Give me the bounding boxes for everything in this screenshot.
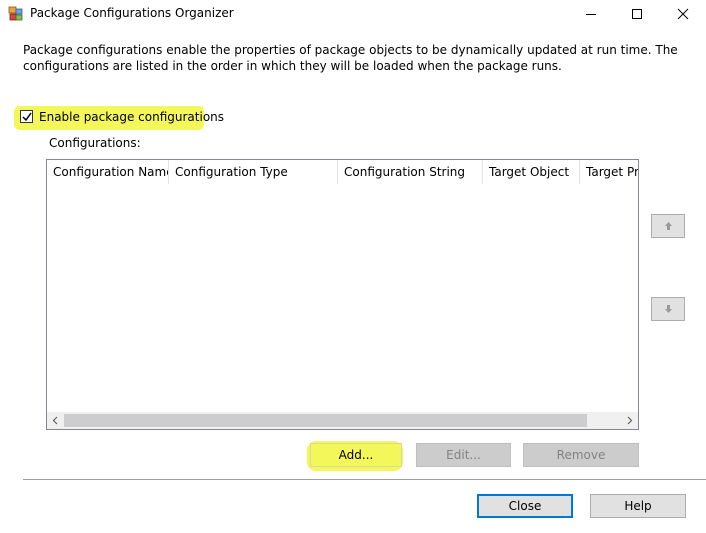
help-button[interactable]: Help xyxy=(590,494,686,518)
configurations-list[interactable]: Configuration Name Configuration Type Co… xyxy=(46,159,639,430)
enable-configurations-label[interactable]: Enable package configurations xyxy=(39,110,224,124)
column-header-configuration-type[interactable]: Configuration Type xyxy=(169,160,338,184)
enable-configurations-checkbox[interactable] xyxy=(20,110,33,123)
title-bar: Package Configurations Organizer xyxy=(0,0,706,28)
arrow-up-icon xyxy=(665,222,672,230)
close-icon xyxy=(677,8,689,20)
separator-line xyxy=(23,479,706,480)
move-down-button[interactable] xyxy=(651,297,685,321)
description-text: Package configurations enable the proper… xyxy=(23,43,678,73)
maximize-button[interactable] xyxy=(614,0,660,28)
add-button[interactable]: Add... xyxy=(310,443,402,467)
chevron-right-icon xyxy=(627,416,633,425)
close-button[interactable]: Close xyxy=(477,494,573,518)
move-up-button[interactable] xyxy=(651,214,685,238)
configurations-label: Configurations: xyxy=(49,136,141,150)
scrollbar-thumb[interactable] xyxy=(64,414,587,427)
ssis-package-icon xyxy=(8,6,24,22)
column-header-target-property[interactable]: Target Pro xyxy=(580,160,638,184)
window-title: Package Configurations Organizer xyxy=(30,6,234,20)
window-close-button[interactable] xyxy=(660,0,706,28)
chevron-left-icon xyxy=(52,416,58,425)
edit-button[interactable]: Edit... xyxy=(416,443,511,467)
column-header-configuration-string[interactable]: Configuration String xyxy=(338,160,483,184)
arrow-down-icon xyxy=(665,305,672,313)
scroll-left-button[interactable] xyxy=(47,412,64,429)
column-header-configuration-name[interactable]: Configuration Name xyxy=(47,160,169,184)
minimize-icon xyxy=(586,14,596,15)
checkmark-icon xyxy=(22,112,32,122)
column-header-target-object[interactable]: Target Object xyxy=(483,160,580,184)
minimize-button[interactable] xyxy=(568,0,614,28)
remove-button[interactable]: Remove xyxy=(523,443,639,467)
list-header: Configuration Name Configuration Type Co… xyxy=(47,160,638,184)
horizontal-scrollbar[interactable] xyxy=(47,412,638,429)
maximize-icon xyxy=(632,9,642,19)
scroll-right-button[interactable] xyxy=(621,412,638,429)
